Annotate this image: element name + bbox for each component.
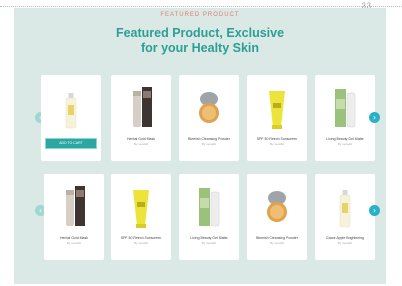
featured-products-section: FEATURED PRODUCT Featured Product, Exclu… xyxy=(14,8,386,284)
title-line-2: for your Healty Skin xyxy=(140,41,260,55)
product-card[interactable]: ADD TO CART xyxy=(41,75,101,161)
product-card[interactable]: Blemish Cleansing Powder By ueoabit xyxy=(179,75,239,161)
product-brand: By ueoabit xyxy=(201,142,217,146)
product-card[interactable]: Living Beauty Gel Matte By ueoabit xyxy=(315,75,375,161)
section-title: Featured Product, Exclusive for your Hea… xyxy=(14,26,386,56)
top-divider xyxy=(0,6,402,7)
section-eyebrow: FEATURED PRODUCT xyxy=(160,12,240,18)
product-brand: By ueoabit xyxy=(201,241,217,245)
compact-powder-icon xyxy=(199,92,219,123)
carousel-2-next-arrow[interactable]: › xyxy=(369,205,380,216)
product-brand: By ueoabit xyxy=(66,241,82,245)
tube-and-box-green-icon xyxy=(335,89,356,128)
compact-powder-icon xyxy=(267,191,287,222)
tube-with-box-icon xyxy=(133,87,152,127)
carousel-1-next-arrow[interactable]: › xyxy=(369,112,380,123)
sunscreen-tube-icon xyxy=(133,190,149,228)
tube-and-box-green-icon xyxy=(199,188,220,227)
sunscreen-tube-icon xyxy=(269,91,285,129)
product-card[interactable]: SPF 50 Reech Sunscreen By ueoabit xyxy=(111,174,171,260)
product-card[interactable]: SPF 50 Reech Sunscreen By ueoabit xyxy=(247,75,307,161)
pump-bottle-icon xyxy=(65,93,77,129)
add-to-cart-button[interactable]: ADD TO CART xyxy=(45,138,97,149)
tube-with-box-icon xyxy=(66,186,85,226)
pump-bottle-icon xyxy=(339,190,351,228)
product-card[interactable]: Herbal Gold Mask By ueoabit xyxy=(111,75,171,161)
title-line-1: Featured Product, Exclusive xyxy=(115,26,285,40)
product-card[interactable]: Living Beauty Gel Matte By ueoabit xyxy=(179,174,239,260)
product-brand: By ueoabit xyxy=(133,241,149,245)
product-brand: By ueoabit xyxy=(337,241,353,245)
product-brand: By ueoabit xyxy=(337,142,353,146)
product-card[interactable]: Grace Apple Brightening By ueoabit xyxy=(315,174,375,260)
product-brand: By ueoabit xyxy=(269,142,285,146)
product-brand: By ueoabit xyxy=(269,241,285,245)
product-brand: By ueoabit xyxy=(133,142,149,146)
product-card[interactable]: Herbal Gold Mask By ueoabit xyxy=(44,174,104,260)
product-card[interactable]: Blemish Cleansing Powder By ueoabit xyxy=(247,174,307,260)
